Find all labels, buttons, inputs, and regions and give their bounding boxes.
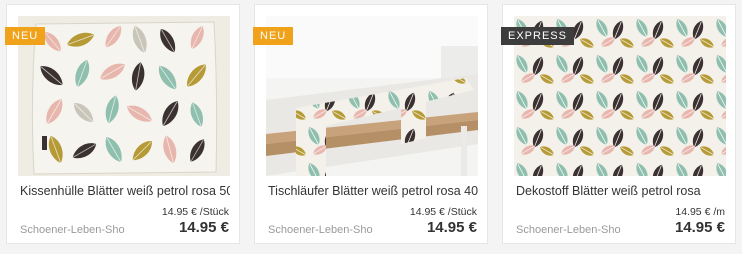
shop-name: Schoener-Leben-Sho bbox=[20, 224, 125, 236]
badge-neu: NEU bbox=[253, 27, 294, 45]
product-card-cushion[interactable]: NEU Kissenhülle Blätter weiß petrol rosa… bbox=[5, 4, 240, 244]
shop-name: Schoener-Leben-Sho bbox=[516, 224, 621, 236]
unit-price: 14.95 € /m bbox=[675, 206, 725, 218]
unit-price: 14.95 € /Stück bbox=[409, 206, 477, 218]
product-price: 14.95 € bbox=[674, 219, 725, 236]
product-title[interactable]: Kissenhülle Blätter weiß petrol rosa 50 bbox=[20, 183, 230, 199]
badge-neu: NEU bbox=[5, 27, 46, 45]
product-card-fabric[interactable]: EXPRESS Dekostoff Blätter weiß petrol ro… bbox=[501, 4, 736, 244]
shop-name: Schoener-Leben-Sho bbox=[268, 224, 373, 236]
product-image-table-runner[interactable] bbox=[266, 16, 478, 176]
unit-price: 14.95 € /Stück bbox=[161, 206, 229, 218]
product-title[interactable]: Tischläufer Blätter weiß petrol rosa 40 bbox=[268, 183, 478, 199]
product-image-cushion[interactable] bbox=[18, 16, 230, 176]
product-grid: NEU Kissenhülle Blätter weiß petrol rosa… bbox=[0, 0, 742, 254]
product-title[interactable]: Dekostoff Blätter weiß petrol rosa bbox=[516, 183, 726, 199]
product-price: 14.95 € bbox=[426, 219, 477, 236]
badge-express: EXPRESS bbox=[501, 27, 574, 45]
product-card-table-runner[interactable]: NEU Tischläufer Blätter weiß petrol rosa… bbox=[253, 4, 488, 244]
product-price: 14.95 € bbox=[178, 219, 229, 236]
